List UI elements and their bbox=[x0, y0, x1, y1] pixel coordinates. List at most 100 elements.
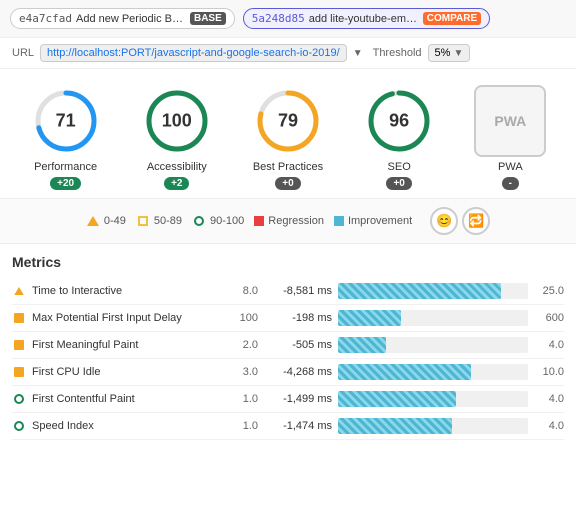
metric-row-max-potential-fid: Max Potential First Input Delay 100 -198… bbox=[12, 305, 564, 332]
metric-name-first-meaningful-paint: First Meaningful Paint bbox=[32, 339, 222, 351]
threshold-selector[interactable]: 5% ▼ bbox=[428, 44, 471, 62]
legend-regression: Regression bbox=[254, 215, 324, 227]
triangle-icon bbox=[86, 214, 100, 228]
metric-base-time-to-interactive: 8.0 bbox=[228, 285, 258, 297]
metric-row-speed-index: Speed Index 1.0 -1,474 ms 4.0 bbox=[12, 413, 564, 440]
metric-base-max-potential-fid: 100 bbox=[228, 312, 258, 324]
base-badge: BASE bbox=[190, 12, 226, 25]
url-dropdown-icon: ▼ bbox=[353, 48, 363, 59]
threshold-label: Threshold bbox=[373, 47, 422, 59]
regression-icon bbox=[254, 216, 264, 226]
metrics-section: Metrics Time to Interactive 8.0 -8,581 m… bbox=[0, 244, 576, 450]
metric-icon-circle-green-1 bbox=[12, 392, 26, 406]
gauge-performance: 71 bbox=[30, 85, 102, 157]
legend-improvement-label: Improvement bbox=[348, 215, 412, 227]
metric-base-first-meaningful-paint: 2.0 bbox=[228, 339, 258, 351]
improvement-icon bbox=[334, 216, 344, 226]
base-commit-btn[interactable]: e4a7cfad Add new Periodic Bac... BASE bbox=[10, 8, 235, 29]
metric-max-speed-index: 4.0 bbox=[534, 420, 564, 432]
url-label: URL bbox=[12, 47, 34, 59]
metric-name-speed-index: Speed Index bbox=[32, 420, 222, 432]
metric-row-time-to-interactive: Time to Interactive 8.0 -8,581 ms 25.0 bbox=[12, 278, 564, 305]
legend-btn-2[interactable]: 🔁 bbox=[462, 207, 490, 235]
metric-delta-first-contentful-paint: -1,499 ms bbox=[264, 393, 332, 405]
score-best-practices-label: Best Practices bbox=[253, 161, 323, 173]
metric-bar-first-cpu-idle bbox=[338, 364, 528, 380]
pwa-box: PWA bbox=[474, 85, 546, 157]
circle-green-icon bbox=[192, 214, 206, 228]
legend-btn-1[interactable]: 😊 bbox=[430, 207, 458, 235]
legend-0-49: 0-49 bbox=[86, 214, 126, 228]
metric-max-first-cpu-idle: 10.0 bbox=[534, 366, 564, 378]
metric-bar-speed-index bbox=[338, 418, 528, 434]
metric-name-time-to-interactive: Time to Interactive bbox=[32, 285, 222, 297]
metric-base-first-cpu-idle: 3.0 bbox=[228, 366, 258, 378]
metric-max-max-potential-fid: 600 bbox=[534, 312, 564, 324]
score-best-practices-delta: +0 bbox=[275, 177, 300, 190]
compare-hash: 5a248d85 bbox=[252, 12, 305, 25]
score-seo-label: SEO bbox=[388, 161, 411, 173]
metric-icon-square-orange-3 bbox=[12, 365, 26, 379]
metric-icon-square-orange-1 bbox=[12, 311, 26, 325]
score-seo-delta: +0 bbox=[386, 177, 411, 190]
score-pwa-label: PWA bbox=[498, 161, 523, 173]
score-performance-label: Performance bbox=[34, 161, 97, 173]
compare-badge: COMPARE bbox=[423, 12, 481, 25]
metric-bar-first-meaningful-paint bbox=[338, 337, 528, 353]
gauge-accessibility: 100 bbox=[141, 85, 213, 157]
score-accessibility: 100 Accessibility +2 bbox=[141, 85, 213, 190]
score-performance-value: 71 bbox=[56, 111, 76, 132]
metric-name-max-potential-fid: Max Potential First Input Delay bbox=[32, 312, 222, 324]
metric-row-first-meaningful-paint: First Meaningful Paint 2.0 -505 ms 4.0 bbox=[12, 332, 564, 359]
legend-90-100-label: 90-100 bbox=[210, 215, 244, 227]
metric-delta-time-to-interactive: -8,581 ms bbox=[264, 285, 332, 297]
compare-label: add lite-youtube-embed bbox=[309, 13, 419, 25]
metric-base-speed-index: 1.0 bbox=[228, 420, 258, 432]
legend-bar: 0-49 50-89 90-100 Regression Improvement… bbox=[0, 198, 576, 244]
metric-name-first-contentful-paint: First Contentful Paint bbox=[32, 393, 222, 405]
metric-icon-square-orange-2 bbox=[12, 338, 26, 352]
score-pwa-delta: - bbox=[502, 177, 519, 190]
score-seo-value: 96 bbox=[389, 111, 409, 132]
metric-row-first-contentful-paint: First Contentful Paint 1.0 -1,499 ms 4.0 bbox=[12, 386, 564, 413]
metric-row-first-cpu-idle: First CPU Idle 3.0 -4,268 ms 10.0 bbox=[12, 359, 564, 386]
metric-max-first-meaningful-paint: 4.0 bbox=[534, 339, 564, 351]
metrics-title: Metrics bbox=[12, 254, 564, 270]
top-bar: e4a7cfad Add new Periodic Bac... BASE 5a… bbox=[0, 0, 576, 38]
score-performance-delta: +20 bbox=[50, 177, 81, 190]
gauge-best-practices: 79 bbox=[252, 85, 324, 157]
legend-improvement: Improvement bbox=[334, 215, 412, 227]
metric-icon-triangle bbox=[12, 284, 26, 298]
metric-bar-first-contentful-paint bbox=[338, 391, 528, 407]
metric-bar-time-to-interactive bbox=[338, 283, 528, 299]
metric-name-first-cpu-idle: First CPU Idle bbox=[32, 366, 222, 378]
metric-icon-circle-green-2 bbox=[12, 419, 26, 433]
metric-max-time-to-interactive: 25.0 bbox=[534, 285, 564, 297]
metric-max-first-contentful-paint: 4.0 bbox=[534, 393, 564, 405]
legend-buttons: 😊 🔁 bbox=[430, 207, 490, 235]
compare-commit-btn[interactable]: 5a248d85 add lite-youtube-embed COMPARE bbox=[243, 8, 490, 29]
square-yellow-icon bbox=[136, 214, 150, 228]
metric-delta-first-cpu-idle: -4,268 ms bbox=[264, 366, 332, 378]
gauge-seo: 96 bbox=[363, 85, 435, 157]
url-bar: URL http://localhost:PORT/javascript-and… bbox=[0, 38, 576, 69]
metric-base-first-contentful-paint: 1.0 bbox=[228, 393, 258, 405]
legend-90-100: 90-100 bbox=[192, 214, 244, 228]
base-hash: e4a7cfad bbox=[19, 12, 72, 25]
threshold-dropdown-icon: ▼ bbox=[453, 48, 463, 59]
scores-section: 71 Performance +20 100 Accessibility +2 … bbox=[0, 69, 576, 198]
score-best-practices-value: 79 bbox=[278, 111, 298, 132]
score-seo: 96 SEO +0 bbox=[363, 85, 435, 190]
metric-delta-max-potential-fid: -198 ms bbox=[264, 312, 332, 324]
legend-regression-label: Regression bbox=[268, 215, 324, 227]
score-accessibility-label: Accessibility bbox=[147, 161, 207, 173]
metric-delta-first-meaningful-paint: -505 ms bbox=[264, 339, 332, 351]
metric-delta-speed-index: -1,474 ms bbox=[264, 420, 332, 432]
score-accessibility-delta: +2 bbox=[164, 177, 189, 190]
base-label: Add new Periodic Bac... bbox=[76, 13, 186, 25]
url-selector[interactable]: http://localhost:PORT/javascript-and-goo… bbox=[40, 44, 347, 62]
legend-0-49-label: 0-49 bbox=[104, 215, 126, 227]
score-accessibility-value: 100 bbox=[162, 111, 192, 132]
legend-50-89-label: 50-89 bbox=[154, 215, 182, 227]
legend-50-89: 50-89 bbox=[136, 214, 182, 228]
